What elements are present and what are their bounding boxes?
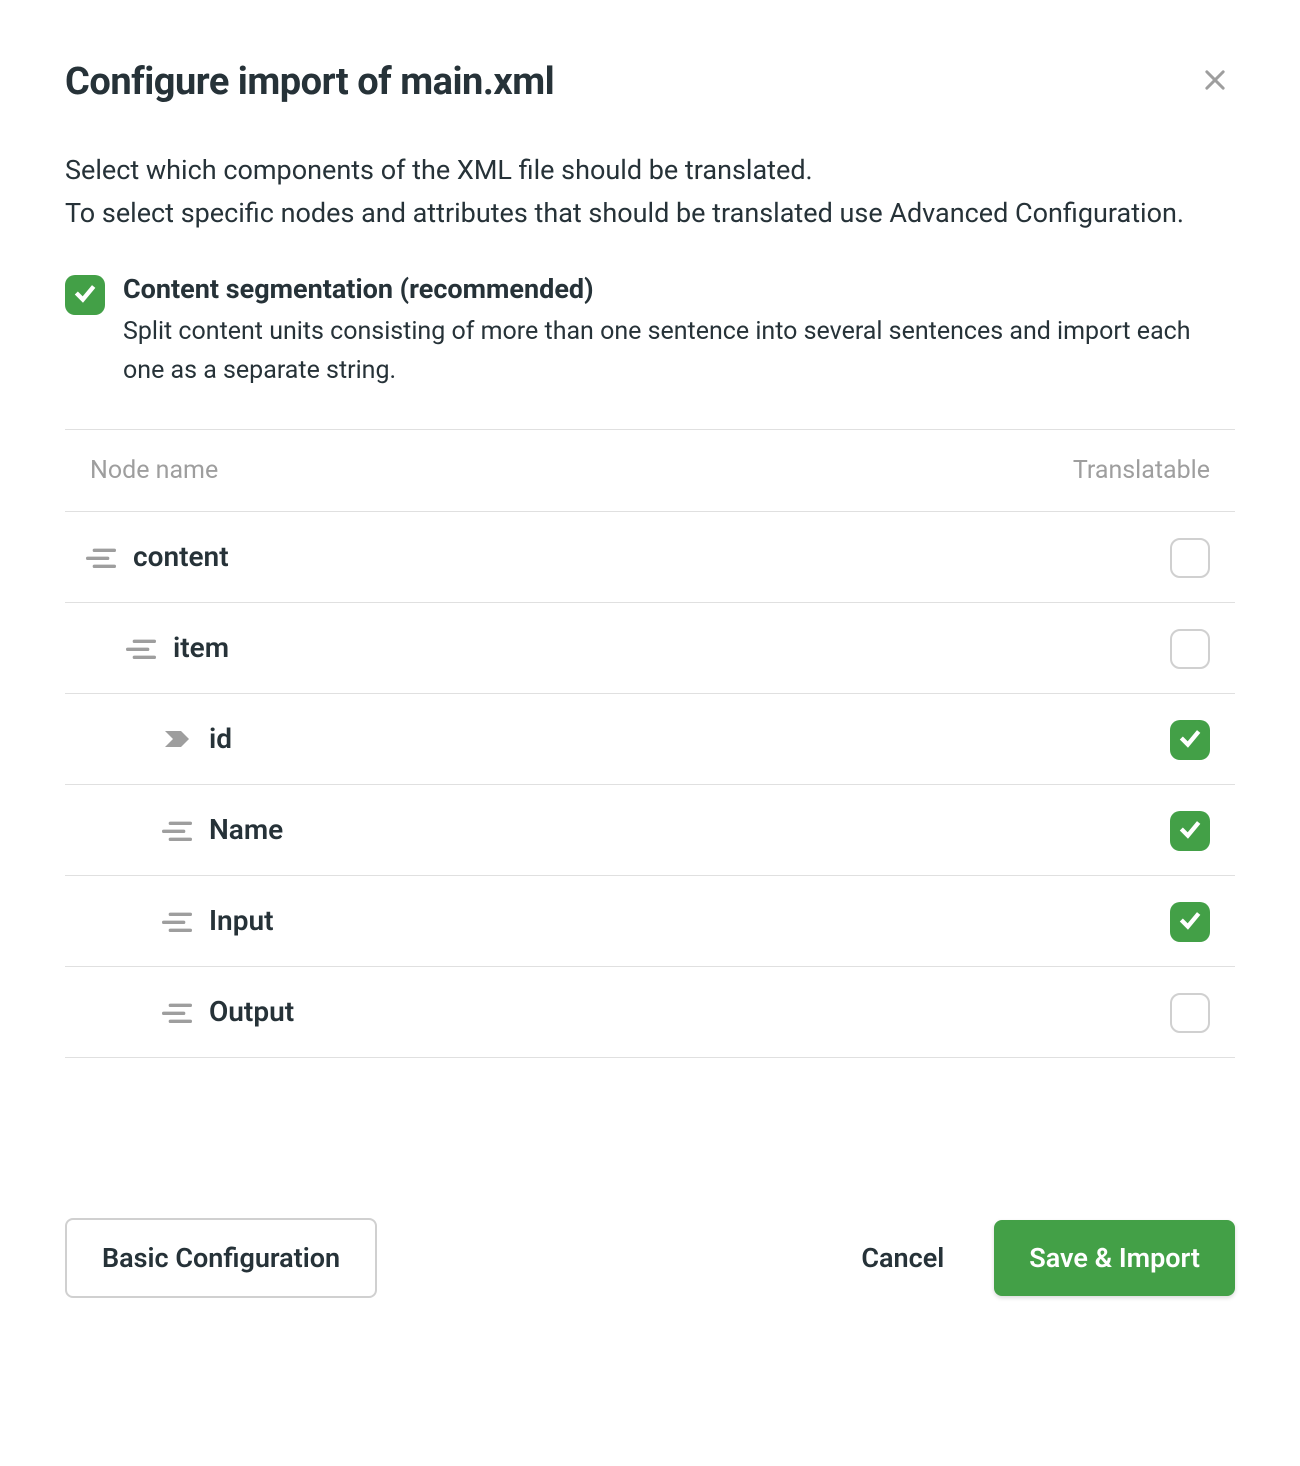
description-line-1: Select which components of the XML file … — [65, 154, 813, 186]
content-segmentation-checkbox[interactable] — [65, 275, 105, 315]
content-segmentation-option: Content segmentation (recommended) Split… — [65, 273, 1235, 391]
content-segmentation-description: Split content units consisting of more t… — [123, 313, 1235, 391]
close-icon — [1201, 66, 1229, 94]
lines-icon — [161, 814, 193, 846]
table-row: content — [65, 512, 1235, 603]
column-translatable: Translatable — [1073, 456, 1210, 485]
footer-actions: Cancel Save & Import — [861, 1220, 1235, 1296]
content-segmentation-label: Content segmentation (recommended) — [123, 273, 1235, 305]
row-left: id — [65, 722, 232, 755]
row-left: Name — [65, 813, 283, 846]
node-name: id — [209, 722, 232, 755]
check-icon — [1177, 907, 1203, 937]
lines-icon — [161, 905, 193, 937]
table-row: Name — [65, 785, 1235, 876]
check-icon — [72, 280, 98, 310]
translatable-checkbox[interactable] — [1170, 811, 1210, 851]
lines-icon — [161, 996, 193, 1028]
translatable-checkbox[interactable] — [1170, 902, 1210, 942]
lines-icon — [125, 632, 157, 664]
save-import-button[interactable]: Save & Import — [994, 1220, 1235, 1296]
node-name: content — [133, 540, 229, 573]
basic-configuration-button[interactable]: Basic Configuration — [65, 1218, 377, 1298]
lines-icon — [85, 541, 117, 573]
node-name: Name — [209, 813, 283, 846]
translatable-checkbox[interactable] — [1170, 538, 1210, 578]
table-row: item — [65, 603, 1235, 694]
table-header: Node name Translatable — [65, 430, 1235, 512]
node-name: Output — [209, 995, 294, 1028]
check-icon — [1177, 816, 1203, 846]
table-row: id — [65, 694, 1235, 785]
node-name: Input — [209, 904, 273, 937]
nodes-table: Node name Translatable content item id Name… — [65, 429, 1235, 1058]
tag-icon — [161, 723, 193, 755]
check-icon — [1177, 725, 1203, 755]
column-node-name: Node name — [90, 456, 218, 485]
row-left: Input — [65, 904, 273, 937]
modal-description: Select which components of the XML file … — [65, 149, 1235, 235]
row-left: content — [65, 540, 229, 573]
table-row: Output — [65, 967, 1235, 1058]
translatable-checkbox[interactable] — [1170, 993, 1210, 1033]
description-line-2: To select specific nodes and attributes … — [65, 197, 1184, 229]
modal-footer: Basic Configuration Cancel Save & Import — [65, 1218, 1235, 1298]
translatable-checkbox[interactable] — [1170, 629, 1210, 669]
close-button[interactable] — [1195, 60, 1235, 100]
modal-title: Configure import of main.xml — [65, 60, 554, 104]
table-row: Input — [65, 876, 1235, 967]
cancel-button[interactable]: Cancel — [861, 1220, 944, 1296]
translatable-checkbox[interactable] — [1170, 720, 1210, 760]
row-left: Output — [65, 995, 294, 1028]
configure-import-modal: Configure import of main.xml Select whic… — [0, 0, 1300, 1358]
content-segmentation-text: Content segmentation (recommended) Split… — [123, 273, 1235, 391]
node-name: item — [173, 631, 229, 664]
row-left: item — [65, 631, 229, 664]
modal-header: Configure import of main.xml — [65, 60, 1235, 104]
